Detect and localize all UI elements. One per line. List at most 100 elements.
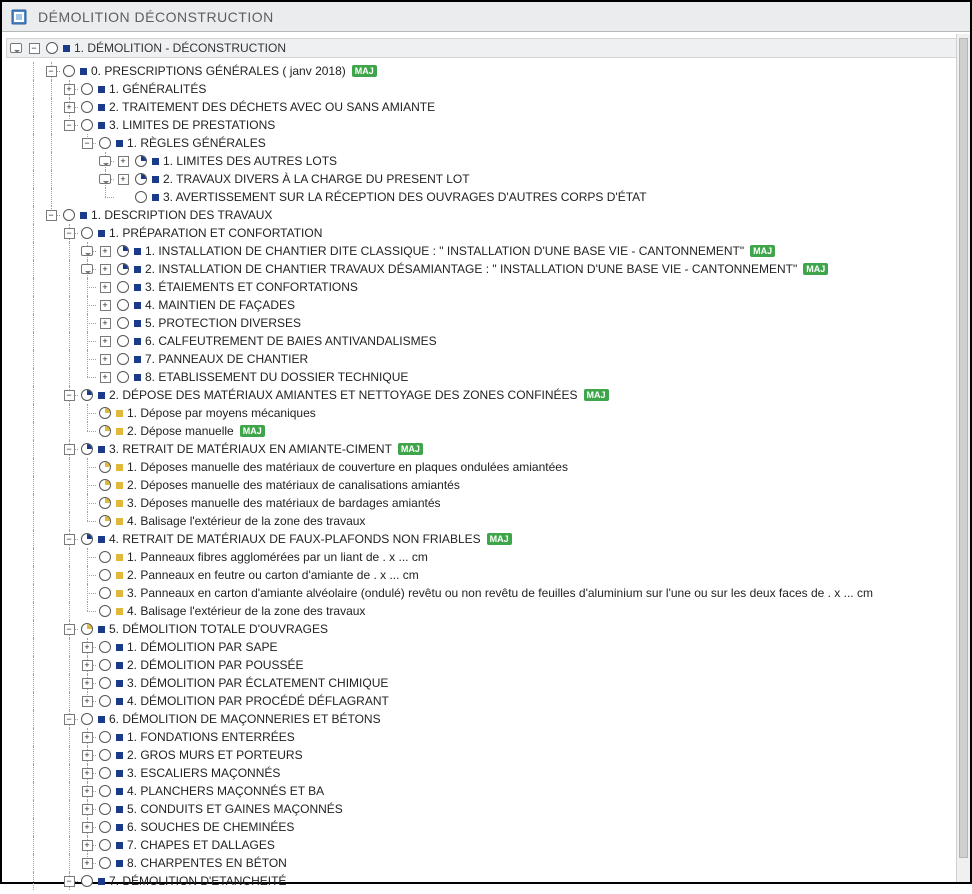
expand-toggle[interactable]: +	[82, 768, 93, 779]
tree-root[interactable]: − 1. DÉMOLITION - DÉCONSTRUCTION	[6, 38, 966, 58]
expand-toggle[interactable]: +	[82, 750, 93, 761]
tree-item[interactable]: − 2. DÉPOSE DES MATÉRIAUX AMIANTES ET NE…	[6, 386, 966, 404]
node-marker	[98, 446, 105, 453]
tree-item[interactable]: 3. Panneaux en carton d'amiante alvéolai…	[6, 584, 966, 602]
tree-item[interactable]: − 1. RÈGLES GÉNÉRALES	[6, 134, 966, 152]
tree-item[interactable]: − 1. PRÉPARATION ET CONFORTATION	[6, 224, 966, 242]
expand-toggle[interactable]: +	[118, 156, 129, 167]
node-status-icon	[81, 713, 93, 725]
tree-item[interactable]: + 1. INSTALLATION DE CHANTIER DITE CLASS…	[6, 242, 966, 260]
collapse-toggle[interactable]: −	[46, 210, 57, 221]
expand-toggle[interactable]: +	[82, 660, 93, 671]
tree-item[interactable]: + 2. TRAITEMENT DES DÉCHETS AVEC OU SANS…	[6, 98, 966, 116]
tree-item[interactable]: + 1. GÉNÉRALITÉS	[6, 80, 966, 98]
collapse-toggle[interactable]: −	[64, 120, 75, 131]
node-status-icon	[99, 749, 111, 761]
tree-item[interactable]: − 1. DESCRIPTION DES TRAVAUX	[6, 206, 966, 224]
tree-item[interactable]: + 7. CHAPES ET DALLAGES	[6, 836, 966, 854]
tree-item[interactable]: + 1. FONDATIONS ENTERRÉES	[6, 728, 966, 746]
tree-item[interactable]: 2. Dépose manuelleMAJ	[6, 422, 966, 440]
tree-item[interactable]: + 4. DÉMOLITION PAR PROCÉDÉ DÉFLAGRANT	[6, 692, 966, 710]
collapse-toggle[interactable]: −	[64, 714, 75, 725]
collapse-toggle[interactable]: −	[64, 534, 75, 545]
tree-item[interactable]: + 2. DÉMOLITION PAR POUSSÉE	[6, 656, 966, 674]
collapse-toggle[interactable]: −	[82, 138, 93, 149]
collapse-toggle[interactable]: −	[64, 228, 75, 239]
node-status-icon	[99, 407, 111, 419]
tree-item[interactable]: 1. Panneaux fibres agglomérées par un li…	[6, 548, 966, 566]
expand-toggle[interactable]: +	[100, 264, 111, 275]
tree-item[interactable]: 1. Dépose par moyens mécaniques	[6, 404, 966, 422]
expand-toggle[interactable]: +	[82, 822, 93, 833]
tree-item[interactable]: + 8. ETABLISSEMENT DU DOSSIER TECHNIQUE	[6, 368, 966, 386]
expand-toggle[interactable]: +	[64, 84, 75, 95]
tree-item[interactable]: 2. Déposes manuelle des matériaux de can…	[6, 476, 966, 494]
scrollbar-thumb[interactable]	[959, 38, 968, 858]
expand-toggle[interactable]: +	[100, 318, 111, 329]
expand-toggle[interactable]: +	[82, 696, 93, 707]
expand-toggle[interactable]: +	[82, 858, 93, 869]
comment-icon	[81, 264, 93, 274]
tree-item[interactable]: − 7. DÉMOLITION D'ETANCHEITÉ	[6, 872, 966, 890]
vertical-scrollbar[interactable]	[956, 34, 970, 882]
expand-toggle[interactable]: +	[82, 840, 93, 851]
tree-item[interactable]: + 2. TRAVAUX DIVERS À LA CHARGE DU PRESE…	[6, 170, 966, 188]
tree-item[interactable]: − 3. LIMITES DE PRESTATIONS	[6, 116, 966, 134]
tree-item[interactable]: − 5. DÉMOLITION TOTALE D'OUVRAGES	[6, 620, 966, 638]
expand-toggle[interactable]: +	[82, 804, 93, 815]
node-status-icon	[46, 42, 58, 54]
tree-item[interactable]: 1. Déposes manuelle des matériaux de cou…	[6, 458, 966, 476]
tree-item[interactable]: + 4. MAINTIEN DE FAÇADES	[6, 296, 966, 314]
tree-item[interactable]: 3. Déposes manuelle des matériaux de bar…	[6, 494, 966, 512]
maj-badge: MAJ	[240, 425, 265, 437]
tree-item[interactable]: 2. Panneaux en feutre ou carton d'amiant…	[6, 566, 966, 584]
expand-toggle[interactable]: +	[118, 174, 129, 185]
collapse-toggle[interactable]: −	[46, 66, 57, 77]
expand-toggle[interactable]: +	[82, 732, 93, 743]
expand-toggle[interactable]: +	[100, 300, 111, 311]
expand-toggle[interactable]: +	[100, 354, 111, 365]
tree-item[interactable]: + 3. ESCALIERS MAÇONNÉS	[6, 764, 966, 782]
expand-toggle[interactable]: +	[82, 642, 93, 653]
expand-toggle[interactable]: +	[100, 372, 111, 383]
tree-item[interactable]: 4. Balisage l'extérieur de la zone des t…	[6, 512, 966, 530]
collapse-toggle[interactable]: −	[64, 444, 75, 455]
node-marker	[98, 392, 105, 399]
tree-item[interactable]: + 7. PANNEAUX DE CHANTIER	[6, 350, 966, 368]
expand-toggle[interactable]: +	[82, 678, 93, 689]
tree-item-label: 2. INSTALLATION DE CHANTIER TRAVAUX DÉSA…	[145, 262, 797, 276]
expand-toggle[interactable]: +	[82, 786, 93, 797]
expand-toggle[interactable]: +	[100, 246, 111, 257]
tree-item[interactable]: + 5. PROTECTION DIVERSES	[6, 314, 966, 332]
tree-item[interactable]: − 3. RETRAIT DE MATÉRIAUX EN AMIANTE-CIM…	[6, 440, 966, 458]
collapse-toggle[interactable]: −	[64, 624, 75, 635]
tree-item[interactable]: + 3. ÉTAIEMENTS ET CONFORTATIONS	[6, 278, 966, 296]
tree-item[interactable]: − 4. RETRAIT DE MATÉRIAUX DE FAUX-PLAFON…	[6, 530, 966, 548]
tree-item[interactable]: − 6. DÉMOLITION DE MAÇONNERIES ET BÉTONS	[6, 710, 966, 728]
tree-item[interactable]: + 4. PLANCHERS MAÇONNÉS ET BA	[6, 782, 966, 800]
tree-item[interactable]: + 1. LIMITES DES AUTRES LOTS	[6, 152, 966, 170]
node-marker	[152, 176, 159, 183]
tree-item[interactable]: + 6. SOUCHES DE CHEMINÉES	[6, 818, 966, 836]
collapse-toggle[interactable]: −	[29, 43, 40, 54]
tree-item[interactable]: + 3. DÉMOLITION PAR ÉCLATEMENT CHIMIQUE	[6, 674, 966, 692]
tree-item[interactable]: + 8. CHARPENTES EN BÉTON	[6, 854, 966, 872]
tree-item[interactable]: 3. AVERTISSEMENT SUR LA RÉCEPTION DES OU…	[6, 188, 966, 206]
expand-toggle[interactable]: +	[64, 102, 75, 113]
node-status-icon	[99, 803, 111, 815]
tree-item[interactable]: 4. Balisage l'extérieur de la zone des t…	[6, 602, 966, 620]
collapse-toggle[interactable]: −	[64, 390, 75, 401]
tree-item[interactable]: + 2. INSTALLATION DE CHANTIER TRAVAUX DÉ…	[6, 260, 966, 278]
node-marker	[152, 194, 159, 201]
node-status-icon	[81, 389, 93, 401]
tree-item[interactable]: + 6. CALFEUTREMENT DE BAIES ANTIVANDALIS…	[6, 332, 966, 350]
tree-item[interactable]: + 5. CONDUITS ET GAINES MAÇONNÉS	[6, 800, 966, 818]
node-marker	[116, 734, 123, 741]
expand-toggle[interactable]: +	[100, 282, 111, 293]
tree-item[interactable]: + 1. DÉMOLITION PAR SAPE	[6, 638, 966, 656]
expand-toggle[interactable]: +	[100, 336, 111, 347]
tree-item[interactable]: + 2. GROS MURS ET PORTEURS	[6, 746, 966, 764]
collapse-toggle[interactable]: −	[64, 876, 75, 887]
tree-item[interactable]: − 0. PRESCRIPTIONS GÉNÉRALES ( janv 2018…	[6, 62, 966, 80]
tree-item-label: 5. DÉMOLITION TOTALE D'OUVRAGES	[105, 622, 328, 636]
